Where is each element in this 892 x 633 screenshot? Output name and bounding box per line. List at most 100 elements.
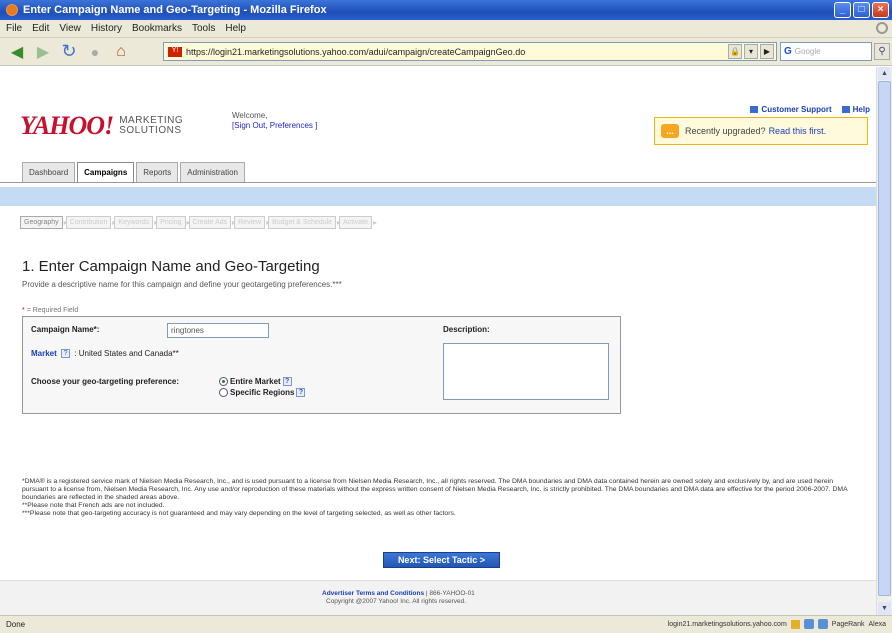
footer-phone: | 866-YAHOO-01 — [425, 590, 475, 597]
terms-link[interactable]: Advertiser Terms and Conditions — [322, 590, 424, 597]
help-link[interactable]: Help — [841, 105, 870, 114]
entire-market-option[interactable]: Entire Market ? — [219, 377, 294, 386]
market-help-icon[interactable]: ? — [61, 349, 71, 359]
throbber-icon — [876, 22, 888, 34]
scroll-down-icon[interactable]: ▼ — [878, 602, 891, 615]
market-value: : United States and Canada** — [74, 349, 179, 358]
menu-file[interactable]: File — [6, 23, 22, 34]
description-textarea[interactable] — [443, 343, 609, 400]
page-footer: Advertiser Terms and Conditions | 866-YA… — [0, 580, 876, 615]
logo-subtitle: MARKETING SOLUTIONS — [119, 116, 183, 136]
footnotes: *DMA® is a registered service mark of Ni… — [22, 478, 858, 518]
site-identity-icon[interactable]: Y! — [168, 46, 182, 57]
search-placeholder: Google — [794, 47, 821, 56]
specific-regions-help-icon[interactable]: ? — [296, 388, 306, 397]
step-activate: Activate — [339, 216, 377, 229]
url-text: https://login21.marketingsolutions.yahoo… — [186, 46, 526, 57]
ssl-lock-icon[interactable] — [790, 619, 800, 629]
market-row: Market ? : United States and Canada** — [31, 349, 179, 359]
stop-icon[interactable]: ● — [84, 41, 106, 63]
footnote-french: **Please note that French ads are not in… — [22, 502, 165, 509]
alexa-label[interactable]: Alexa — [868, 621, 886, 628]
step-keywords: Keywords — [114, 216, 158, 229]
window-titlebar: Enter Campaign Name and Geo-Targeting - … — [0, 0, 892, 20]
campaign-name-label: Campaign Name*: — [31, 325, 100, 334]
tab-divider — [0, 182, 876, 183]
campaign-name-input[interactable]: ringtones — [167, 323, 269, 338]
help-icon — [841, 106, 850, 114]
yahoo-marketing-logo[interactable]: YAHOO! MARKETING SOLUTIONS — [20, 111, 183, 141]
next-select-tactic-button[interactable]: Next: Select Tactic > — [383, 552, 500, 568]
url-bar[interactable]: Y! https://login21.marketingsolutions.ya… — [163, 42, 777, 61]
addon-icon-2[interactable] — [817, 619, 828, 629]
dropdown-icon[interactable]: ▾ — [744, 44, 758, 59]
vertical-scrollbar[interactable]: ▲ ▼ — [876, 67, 892, 615]
welcome-text: Welcome, — [232, 111, 268, 120]
speech-bubble-icon: ... — [661, 124, 679, 138]
tab-dashboard[interactable]: Dashboard — [22, 162, 76, 182]
entire-market-label[interactable]: Entire Market — [230, 377, 281, 386]
navigation-toolbar: ◀ ▶ ↻ ● ⌂ Y! https://login21.marketingso… — [0, 38, 892, 66]
tab-administration[interactable]: Administration — [180, 162, 245, 182]
addon-icon[interactable] — [803, 619, 814, 629]
campaign-form: Campaign Name*: ringtones Market ? : Uni… — [22, 316, 621, 414]
scroll-thumb[interactable] — [878, 81, 891, 596]
entire-market-radio[interactable] — [219, 377, 228, 386]
specific-regions-label[interactable]: Specific Regions — [230, 388, 294, 397]
step-pricing: Pricing — [156, 216, 191, 229]
menu-tools[interactable]: Tools — [192, 23, 215, 34]
step-budget-schedule: Budget & Schedule — [268, 216, 341, 229]
yahoo-logo-text: YAHOO! — [20, 111, 114, 140]
specific-regions-radio[interactable] — [219, 388, 228, 397]
window-controls: _ □ × — [834, 2, 889, 18]
geo-targeting-label: Choose your geo-targeting preference: — [31, 377, 180, 386]
menu-history[interactable]: History — [91, 23, 122, 34]
step-review: Review — [234, 216, 270, 229]
step-contribution: Contribution — [65, 216, 116, 229]
main-tabs: Dashboard Campaigns Reports Administrati… — [22, 162, 245, 182]
pagerank-label[interactable]: PageRank — [832, 621, 865, 628]
entire-market-help-icon[interactable]: ? — [282, 377, 292, 386]
tab-campaigns[interactable]: Campaigns — [77, 162, 135, 182]
upgrade-notice: ... Recently upgraded? Read this first. — [654, 117, 868, 145]
tab-reports[interactable]: Reports — [136, 162, 179, 182]
menu-help[interactable]: Help — [225, 23, 246, 34]
forward-arrow-icon[interactable]: ▶ — [32, 41, 54, 63]
search-go-button[interactable]: ⚲ — [874, 43, 890, 60]
required-text: = Required Field — [26, 307, 79, 314]
reload-icon[interactable]: ↻ — [58, 41, 80, 63]
menu-edit[interactable]: Edit — [32, 23, 49, 34]
specific-regions-option[interactable]: Specific Regions ? — [219, 388, 307, 397]
read-this-first-link[interactable]: Read this first. — [769, 126, 827, 136]
firefox-icon — [6, 4, 18, 16]
menu-bookmarks[interactable]: Bookmarks — [132, 23, 182, 34]
customer-support-link[interactable]: Customer Support — [750, 105, 832, 114]
minimize-button[interactable]: _ — [834, 2, 851, 18]
back-arrow-icon[interactable]: ◀ — [6, 41, 28, 63]
menu-bar: File Edit View History Bookmarks Tools H… — [0, 20, 892, 38]
window-title: Enter Campaign Name and Geo-Targeting - … — [23, 4, 327, 16]
required-star: * — [22, 307, 25, 314]
menu-view[interactable]: View — [59, 23, 81, 34]
welcome-block: Welcome, [Sign Out, Preferences ] — [232, 111, 317, 131]
go-icon[interactable]: ▶ — [760, 44, 774, 59]
signout-link[interactable]: [Sign Out, Preferences ] — [232, 121, 317, 130]
maximize-button[interactable]: □ — [853, 2, 870, 18]
wizard-steps: Geography Contribution Keywords Pricing … — [20, 216, 377, 229]
close-button[interactable]: × — [872, 2, 889, 18]
google-icon[interactable]: G — [784, 46, 792, 57]
required-field-note: * = Required Field — [22, 307, 78, 314]
step-geography: Geography — [20, 216, 67, 229]
customer-support-label: Customer Support — [761, 105, 832, 114]
page-intro: Provide a descriptive name for this camp… — [22, 280, 342, 289]
home-icon[interactable]: ⌂ — [110, 41, 132, 63]
scroll-up-icon[interactable]: ▲ — [878, 67, 891, 80]
url-bar-actions: 🔒 ▾ ▶ — [728, 44, 774, 59]
search-input[interactable]: G Google — [780, 42, 872, 61]
footer-line-1: Advertiser Terms and Conditions | 866-YA… — [322, 590, 475, 597]
page-content: YAHOO! MARKETING SOLUTIONS Welcome, [Sig… — [0, 67, 876, 615]
subnav-bar — [0, 187, 876, 206]
market-label: Market — [31, 349, 57, 358]
lock-icon[interactable]: 🔒 — [728, 44, 742, 59]
upgrade-text: Recently upgraded? — [685, 126, 766, 136]
